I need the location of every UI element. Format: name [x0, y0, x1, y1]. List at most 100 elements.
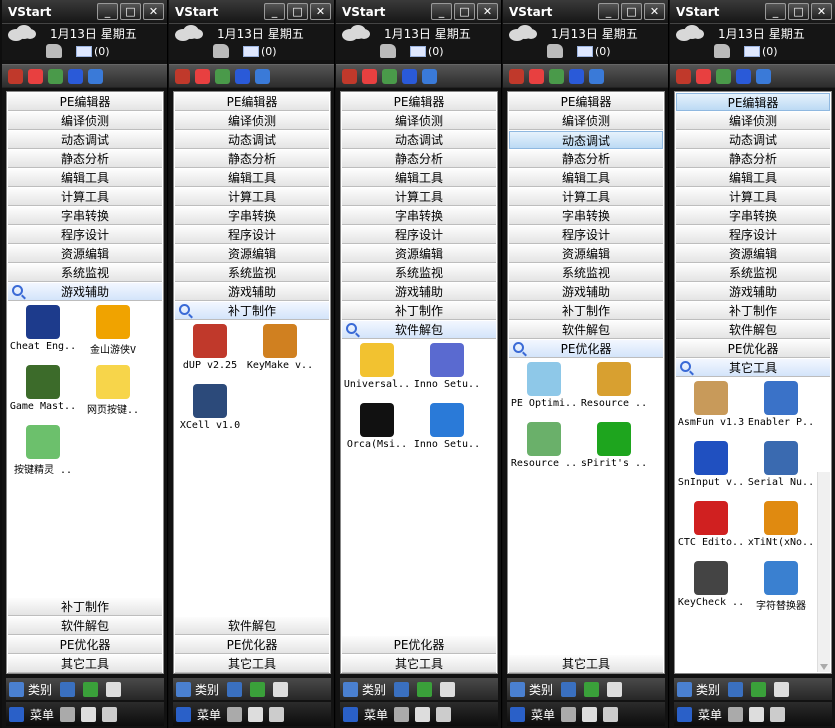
- restore-button[interactable]: □: [621, 3, 642, 20]
- game-icon[interactable]: [749, 706, 765, 722]
- category-icon[interactable]: [176, 681, 191, 697]
- category-button[interactable]: PE编辑器: [8, 93, 162, 111]
- category-button[interactable]: 静态分析: [8, 150, 162, 168]
- category-button[interactable]: 编辑工具: [8, 169, 162, 187]
- category-button[interactable]: PE编辑器: [509, 93, 663, 111]
- scroll-down-icon[interactable]: [820, 664, 828, 670]
- new-file-icon[interactable]: [440, 681, 456, 697]
- category-button[interactable]: 计算工具: [342, 188, 496, 206]
- category-button[interactable]: 编译侦测: [342, 112, 496, 130]
- close-button[interactable]: ✕: [477, 3, 498, 20]
- open-category-header[interactable]: 其它工具: [676, 359, 830, 377]
- category-button[interactable]: 系统监视: [509, 264, 663, 282]
- launcher-item[interactable]: Orca(Msi..: [341, 399, 413, 457]
- category-button[interactable]: 游戏辅助: [509, 283, 663, 301]
- game-icon[interactable]: [248, 706, 264, 722]
- category-icon[interactable]: [343, 681, 358, 697]
- clock-icon[interactable]: [269, 706, 285, 722]
- category-label[interactable]: 类别: [28, 681, 52, 698]
- category-button[interactable]: 编辑工具: [676, 169, 830, 187]
- category-button[interactable]: 软件解包: [509, 321, 663, 339]
- category-button[interactable]: 软件解包: [676, 321, 830, 339]
- category-label[interactable]: 类别: [195, 681, 219, 698]
- launcher-item[interactable]: xTiNt(xNo..: [745, 497, 817, 555]
- helicopter-icon[interactable]: [547, 44, 563, 58]
- mail-icon[interactable]: [577, 45, 593, 57]
- category-button[interactable]: 动态调试: [342, 131, 496, 149]
- refresh-icon[interactable]: [83, 681, 99, 697]
- launcher-item[interactable]: SnInput v..: [675, 437, 747, 495]
- new-file-icon[interactable]: [273, 681, 289, 697]
- category-button[interactable]: 字串转换: [342, 207, 496, 225]
- category-button[interactable]: 静态分析: [342, 150, 496, 168]
- category-button[interactable]: 游戏辅助: [676, 283, 830, 301]
- launcher-item[interactable]: Game Mast..: [7, 361, 79, 419]
- category-button[interactable]: 其它工具: [175, 655, 329, 673]
- category-button[interactable]: 静态分析: [175, 150, 329, 168]
- category-button[interactable]: 系统监视: [342, 264, 496, 282]
- category-button[interactable]: 计算工具: [676, 188, 830, 206]
- category-button[interactable]: PE编辑器: [175, 93, 329, 111]
- category-button[interactable]: 补丁制作: [342, 302, 496, 320]
- category-button[interactable]: 其它工具: [8, 655, 162, 673]
- category-button[interactable]: 动态调试: [8, 131, 162, 149]
- restore-button[interactable]: □: [454, 3, 475, 20]
- category-button[interactable]: 资源编辑: [676, 245, 830, 263]
- category-button[interactable]: PE优化器: [676, 340, 830, 358]
- helicopter-icon[interactable]: [380, 44, 396, 58]
- category-button[interactable]: 编译侦测: [509, 112, 663, 130]
- game-icon[interactable]: [415, 706, 431, 722]
- category-button[interactable]: 游戏辅助: [175, 283, 329, 301]
- tool-icon[interactable]: [696, 68, 711, 84]
- new-file-icon[interactable]: [106, 681, 122, 697]
- minimize-button[interactable]: _: [264, 3, 285, 20]
- menu-label[interactable]: 菜单: [30, 706, 54, 723]
- bars-icon[interactable]: [48, 68, 63, 84]
- category-button[interactable]: 资源编辑: [8, 245, 162, 263]
- bars-icon[interactable]: [549, 68, 564, 84]
- category-button[interactable]: 软件解包: [8, 617, 162, 635]
- category-button[interactable]: 游戏辅助: [342, 283, 496, 301]
- category-button[interactable]: 静态分析: [509, 150, 663, 168]
- launcher-item[interactable]: AsmFun v1.3: [675, 377, 747, 435]
- category-button[interactable]: 计算工具: [175, 188, 329, 206]
- launcher-item[interactable]: Universal..: [341, 339, 413, 397]
- disk-icon[interactable]: [402, 68, 417, 84]
- mail-icon[interactable]: [243, 45, 259, 57]
- launcher-item[interactable]: 金山游侠V: [77, 301, 149, 359]
- category-button[interactable]: 编辑工具: [509, 169, 663, 187]
- vstart-logo-icon[interactable]: [343, 706, 358, 722]
- launcher-item[interactable]: 按键精灵 ..: [7, 421, 79, 479]
- category-button[interactable]: PE编辑器: [676, 93, 830, 111]
- ie-icon[interactable]: [88, 68, 103, 84]
- category-button[interactable]: 补丁制作: [509, 302, 663, 320]
- category-button[interactable]: 动态调试: [175, 131, 329, 149]
- open-category-header[interactable]: PE优化器: [509, 340, 663, 358]
- category-icon[interactable]: [9, 681, 24, 697]
- pe-tool-icon[interactable]: [8, 68, 23, 84]
- window-icon[interactable]: [561, 681, 577, 697]
- menu-label[interactable]: 菜单: [364, 706, 388, 723]
- launcher-item[interactable]: dUP v2.25: [174, 320, 246, 378]
- open-category-header[interactable]: 软件解包: [342, 321, 496, 339]
- category-button[interactable]: PE编辑器: [342, 93, 496, 111]
- refresh-icon[interactable]: [417, 681, 433, 697]
- launcher-item[interactable]: Serial Nu..: [745, 437, 817, 495]
- tool-icon[interactable]: [195, 68, 210, 84]
- category-button[interactable]: 编辑工具: [342, 169, 496, 187]
- category-button[interactable]: 程序设计: [342, 226, 496, 244]
- category-button[interactable]: 编译侦测: [8, 112, 162, 130]
- disk-icon[interactable]: [736, 68, 751, 84]
- new-file-icon[interactable]: [774, 681, 790, 697]
- vstart-logo-icon[interactable]: [677, 706, 692, 722]
- category-label[interactable]: 类别: [696, 681, 720, 698]
- category-button[interactable]: 静态分析: [676, 150, 830, 168]
- open-category-header[interactable]: 补丁制作: [175, 302, 329, 320]
- minimize-button[interactable]: _: [598, 3, 619, 20]
- window-icon[interactable]: [227, 681, 243, 697]
- tool-icon[interactable]: [529, 68, 544, 84]
- category-button[interactable]: 动态调试: [509, 131, 663, 149]
- category-button[interactable]: 资源编辑: [509, 245, 663, 263]
- category-button[interactable]: 程序设计: [8, 226, 162, 244]
- category-button[interactable]: 动态调试: [676, 131, 830, 149]
